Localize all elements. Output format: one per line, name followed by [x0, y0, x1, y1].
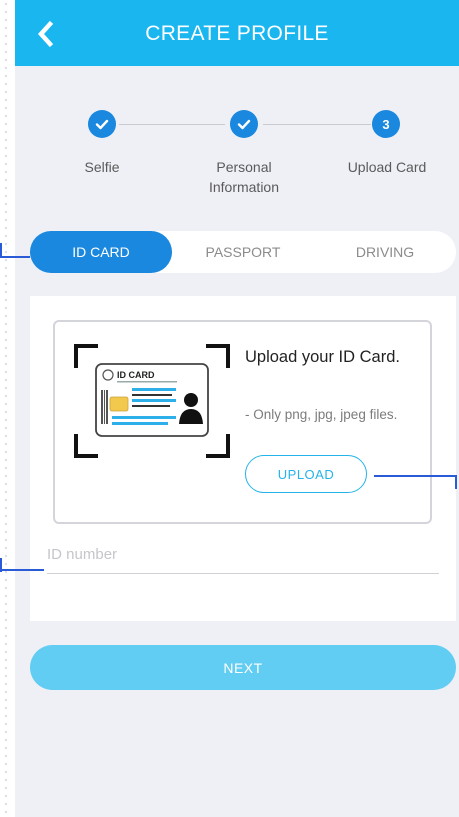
annotation-pointer: [374, 475, 456, 477]
create-profile-screen: CREATE PROFILE 3 Selfie Personal Informa…: [15, 0, 459, 817]
tab-passport[interactable]: PASSPORT: [172, 231, 314, 273]
document-type-tabs: ID CARD PASSPORT DRIVING: [30, 231, 456, 273]
upload-panel: ID CARD Upload your ID Card. - Only png,…: [30, 296, 456, 621]
upload-button[interactable]: UPLOAD: [245, 455, 367, 493]
dotted-guide: [2, 0, 10, 817]
tab-driving[interactable]: DRIVING: [314, 231, 456, 273]
step-label-line: Upload Card: [347, 159, 427, 175]
step-label-line: Selfie: [84, 159, 120, 175]
annotation-pointer: [0, 256, 30, 258]
upload-hint: - Only png, jpg, jpeg files.: [245, 407, 398, 422]
annotation-pointer: [455, 475, 457, 489]
step-selfie-indicator: [88, 110, 116, 138]
header-bar: CREATE PROFILE: [15, 0, 459, 66]
tab-id-card[interactable]: ID CARD: [30, 231, 172, 273]
next-button[interactable]: NEXT: [30, 645, 456, 690]
upload-card-box: ID CARD Upload your ID Card. - Only png,…: [53, 320, 432, 524]
step-label-selfie: Selfie: [62, 157, 142, 177]
step-upload-indicator: 3: [372, 110, 400, 138]
step-label-line: Information: [208, 179, 280, 195]
stepper-connector: [263, 124, 371, 125]
id-card-illustration: ID CARD: [74, 344, 230, 458]
page-title: CREATE PROFILE: [145, 22, 329, 45]
step-label-personal: Personal Information: [188, 157, 300, 197]
step-label-line: Personal: [216, 159, 272, 175]
step-label-upload: Upload Card: [332, 157, 442, 177]
check-icon: [237, 119, 251, 130]
stepper-connector: [119, 124, 225, 125]
upload-title: Upload your ID Card.: [245, 348, 400, 366]
step-personal-indicator: [230, 110, 258, 138]
annotation-pointer: [0, 569, 44, 571]
id-card-illustration-label: ID CARD: [117, 370, 155, 380]
id-number-field[interactable]: [47, 536, 439, 574]
check-icon: [95, 119, 109, 130]
annotation-pointer: [0, 243, 2, 257]
